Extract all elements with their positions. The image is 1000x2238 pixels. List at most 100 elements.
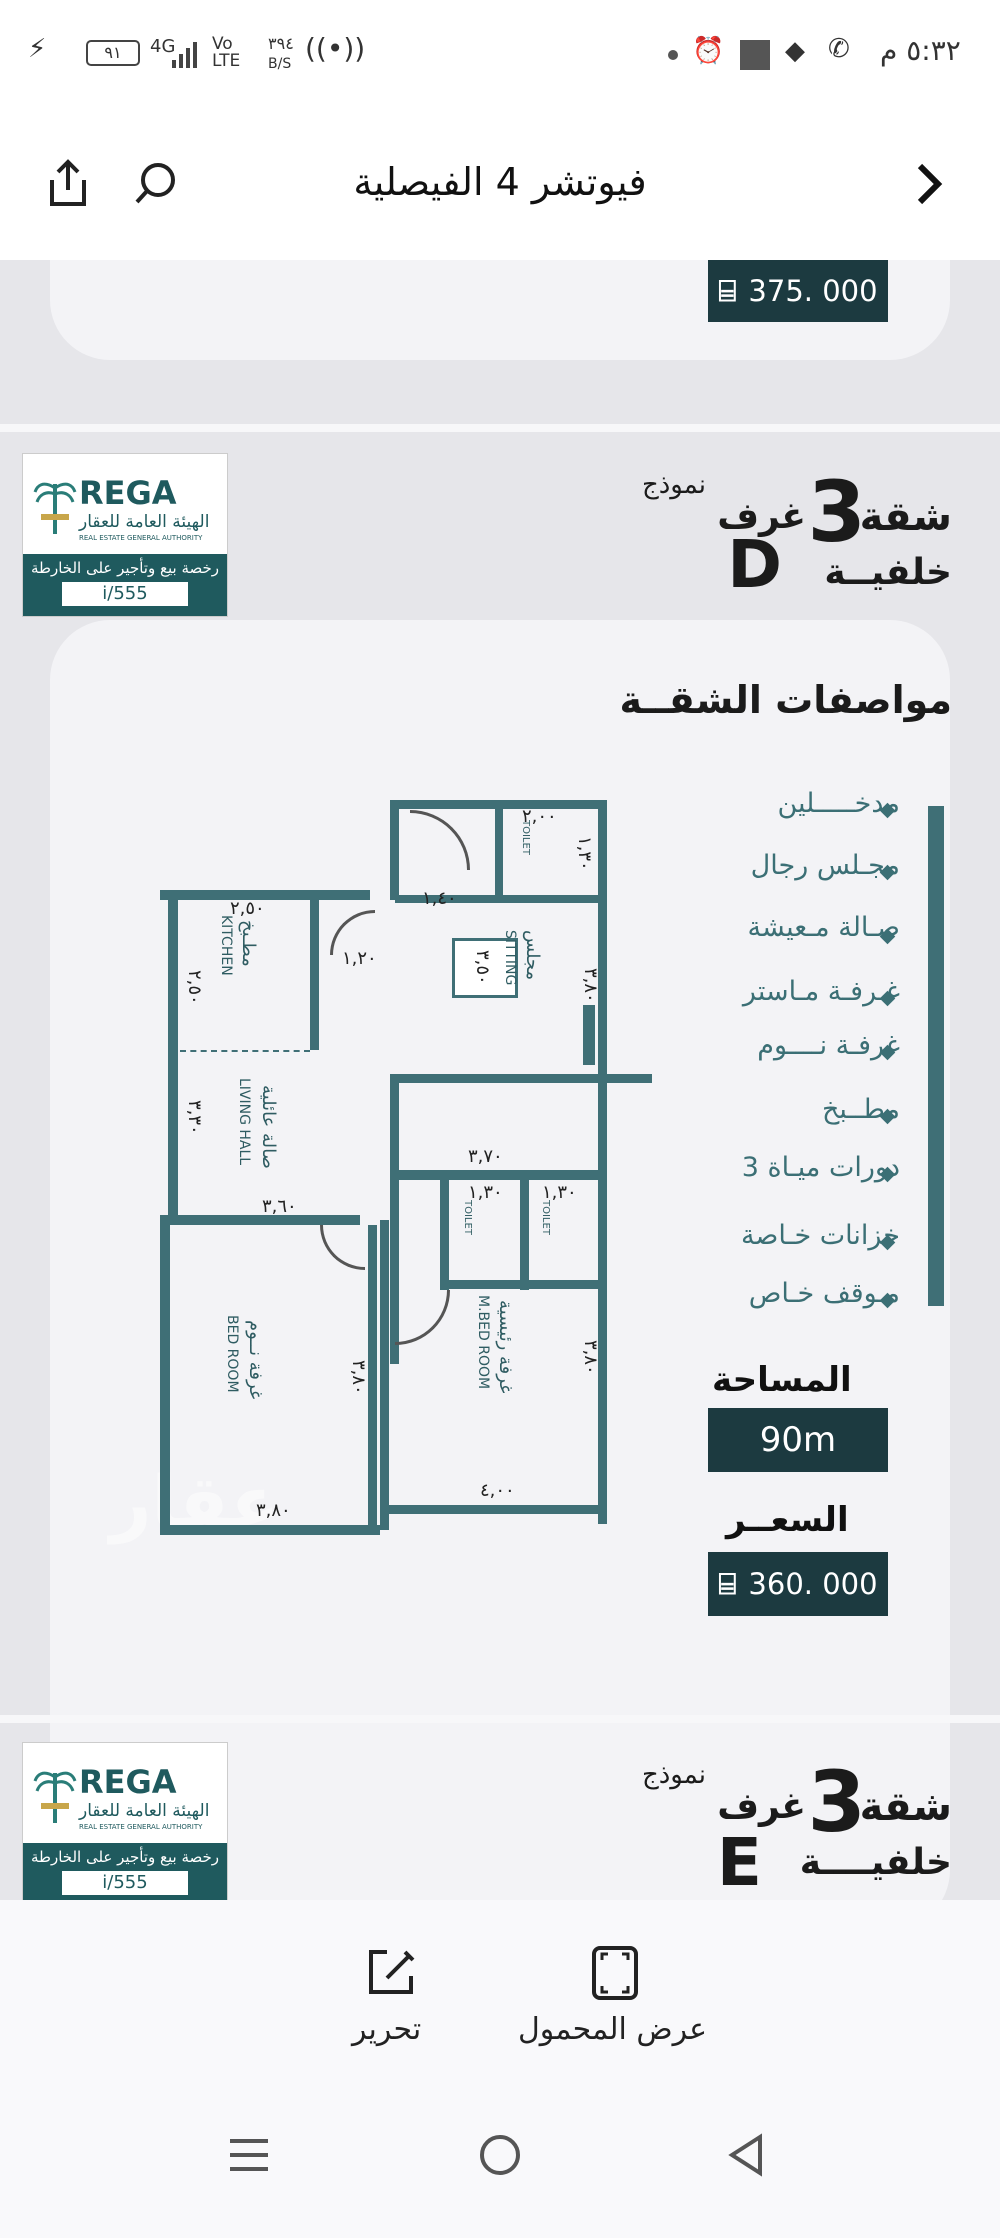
model-position: خلفيــة <box>824 552 952 593</box>
dim-label: ٣,٨٠ <box>580 968 601 1003</box>
battery-level: ٩١ <box>104 43 122 62</box>
dim-label: ٤,٠٠ <box>480 1480 515 1501</box>
model-apartment: شقة <box>859 494 952 540</box>
rega-brand: REGA <box>79 1763 177 1801</box>
charging-icon: ⚡ <box>28 34 47 64</box>
rega-english-name: REAL ESTATE GENERAL AUTHORITY <box>79 1823 203 1831</box>
dim-label: ١,٤٠ <box>422 888 457 909</box>
page-separator <box>0 424 1000 432</box>
home-icon[interactable] <box>478 2133 522 2177</box>
app-header: فيوتشر 4 الفيصلية <box>0 110 1000 260</box>
mobile-view-icon <box>592 1946 638 2000</box>
riyal-icon: ⌸ <box>718 1566 737 1602</box>
spec-item: غـرفـة مـاستر <box>742 976 900 1007</box>
price-box: ⌸ 360. 000 <box>708 1552 888 1616</box>
spec-item: مـوقف خـاص <box>748 1278 900 1309</box>
room-bed-ar: غرفة نــوم <box>245 1320 266 1400</box>
room-living-ar: صالة عائلية <box>258 1085 279 1169</box>
model-letter: D <box>727 526 782 603</box>
area-value: 90m <box>759 1420 837 1460</box>
room-toilet-3: TOILET <box>540 1200 551 1235</box>
model-letter: E <box>716 1824 762 1900</box>
specs-accent-bar <box>928 806 944 1306</box>
area-label: المساحة <box>712 1360 852 1400</box>
dim-label: ٢,٥٠ <box>230 898 265 919</box>
status-bar: ⚡ ٩١ 4G Vo LTE ٣٩٤ B/S ((•)) ⏰ ◆ ✆ ٥:٣٢ … <box>0 0 1000 110</box>
price-value: 360. 000 <box>748 1567 878 1601</box>
volte-indicator: Vo LTE <box>212 34 241 71</box>
mobile-view-button[interactable]: عرض المحمول <box>510 1940 730 2060</box>
dim-label: ١,٣٠ <box>542 1182 577 1203</box>
room-sitting-ar: مجلس <box>522 930 543 981</box>
spec-item: 3 دورات ميـاة <box>741 1152 900 1183</box>
back-triangle-icon[interactable] <box>726 2133 766 2177</box>
brochure-document[interactable]: ⌸ 375. 000 REGA الهيئة العامة للعقار REA… <box>0 260 1000 1900</box>
dim-label: ٣,٦٠ <box>262 1196 297 1217</box>
model-word: نموذج <box>641 1760 706 1790</box>
back-chevron-icon[interactable] <box>912 162 946 210</box>
model-rooms-word: غرف <box>717 1786 806 1827</box>
dim-label: ٢,٠٠ <box>522 806 557 827</box>
battery-icon: ٩١ <box>86 40 140 66</box>
model-title-e: شقة 3 غرف نموذج خلفيــــة E <box>612 1760 952 1900</box>
rega-arabic-name: الهيئة العامة للعقار <box>79 512 210 532</box>
rega-arabic-name: الهيئة العامة للعقار <box>79 1801 210 1821</box>
room-master-en: M.BED ROOM <box>475 1295 491 1390</box>
rega-english-name: REAL ESTATE GENERAL AUTHORITY <box>79 534 203 542</box>
model-title-d: شقة 3 غرف نموذج خلفيــة D <box>612 470 952 610</box>
riyal-icon: ⌸ <box>718 273 737 309</box>
license-number: i/555 <box>62 1871 188 1895</box>
clock: ٥:٣٢ م <box>880 34 961 67</box>
signal-icon <box>172 42 202 68</box>
room-living-en: LIVING HALL <box>236 1078 252 1166</box>
price-label: السعــر <box>726 1500 849 1540</box>
room-master-ar: غرفة رئيسية <box>495 1300 516 1394</box>
app-icon: ◆ <box>785 36 805 66</box>
spec-item: غرفـة نــــوم <box>757 1030 900 1061</box>
area-box: 90m <box>708 1408 888 1472</box>
search-icon[interactable] <box>132 160 180 212</box>
room-kitchen-ar: مطـبخ <box>238 920 259 967</box>
speed-value: ٣٩٤ <box>268 34 294 53</box>
dim-label: ١,٢٠ <box>342 948 377 969</box>
rega-license-badge: REGA الهيئة العامة للعقار REAL ESTATE GE… <box>22 453 228 617</box>
dim-label: ٣,٥٠ <box>472 950 493 985</box>
model-apartment: شقة <box>859 1784 952 1830</box>
dim-label: ١,٣٠ <box>574 836 595 871</box>
alarm-icon: ⏰ <box>692 36 725 66</box>
model-rooms-number: 3 <box>807 1753 866 1851</box>
license-title: رخصة بيع وتأجير على الخارطة <box>30 559 220 577</box>
room-bed-en: BED ROOM <box>224 1315 240 1393</box>
spec-item: صـالة مـعيشة <box>747 912 900 943</box>
dim-label: ٢,٥٠ <box>184 970 205 1005</box>
rega-license-badge-e: REGA الهيئة العامة للعقار REAL ESTATE GE… <box>22 1742 228 1900</box>
spec-item: خزانات خـاصة <box>740 1220 900 1251</box>
mobile-view-label: عرض المحمول <box>518 2012 708 2047</box>
edit-label: تحرير <box>352 2012 422 2047</box>
page-separator <box>0 1715 1000 1723</box>
dot-icon <box>668 50 678 60</box>
dim-label: ٣,٨٠ <box>256 1500 291 1521</box>
dim-label: ٣,٧٠ <box>468 1146 503 1167</box>
dim-label: ٣,٣٠ <box>184 1100 205 1135</box>
rega-palm-logo-icon <box>33 482 77 534</box>
edit-icon <box>369 1950 415 1994</box>
share-icon[interactable] <box>44 158 92 214</box>
dim-label: ١,٣٠ <box>468 1182 503 1203</box>
previous-price-box: ⌸ 375. 000 <box>708 260 888 322</box>
menu-icon[interactable] <box>228 2135 270 2175</box>
speed-unit: B/S <box>268 56 292 72</box>
model-position: خلفيــــة <box>799 1842 952 1883</box>
previous-price: 375. 000 <box>748 274 878 308</box>
model-word: نموذج <box>641 470 706 500</box>
app-notification-icon <box>740 40 770 70</box>
license-number: i/555 <box>62 582 188 606</box>
dim-label: ٣,٨٠ <box>348 1360 369 1395</box>
spec-item: مدخـــــلين <box>777 788 900 819</box>
rega-palm-logo-icon <box>33 1771 77 1823</box>
edit-button[interactable]: تحرير <box>340 1940 450 2060</box>
dim-label: ٣,٨٠ <box>580 1340 601 1375</box>
room-sitting-en: SITTING <box>502 930 518 986</box>
room-toilet-2: TOILET <box>462 1200 473 1235</box>
specs-title: مواصفات الشقــة <box>619 678 952 722</box>
